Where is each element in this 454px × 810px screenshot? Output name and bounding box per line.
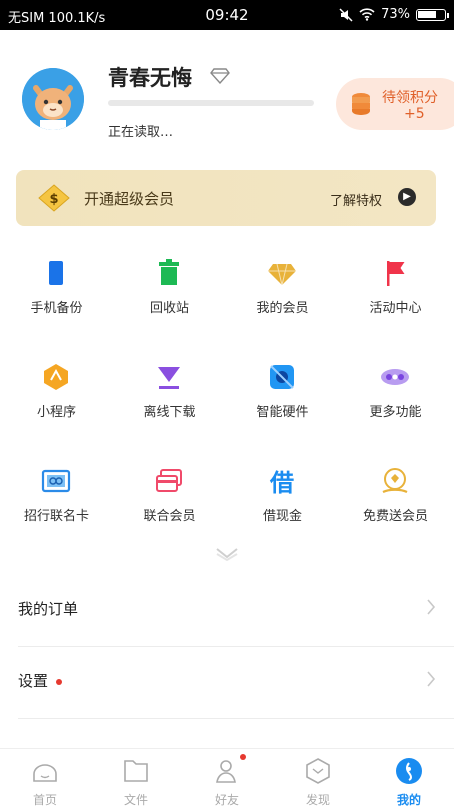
- folder-icon: [124, 760, 148, 782]
- avatar-cat-icon: [22, 68, 84, 130]
- grid-item-label: 招行联名卡: [23, 509, 89, 524]
- battery-fill: [418, 10, 436, 18]
- storage-progress-bar: [108, 100, 314, 106]
- grid-item-label: 免费送会员: [362, 509, 428, 524]
- grid-item-label: 联合会员: [143, 509, 196, 524]
- mute-icon: [339, 7, 353, 22]
- super-vip-banner[interactable]: $ 开通超级会员 了解特权 ▶: [16, 170, 436, 226]
- grid-item-smart-hardware[interactable]: 智能硬件: [226, 352, 339, 444]
- battery-percent: 73%: [381, 7, 410, 22]
- tab-label: 首页: [32, 793, 57, 807]
- grid-item-label: 我的会员: [256, 301, 309, 316]
- grid-item-label: 小程序: [36, 405, 76, 420]
- grid-item-mini-program[interactable]: 小程序: [0, 352, 113, 444]
- coin-stack-icon: [352, 93, 370, 115]
- tab-mine[interactable]: 我的: [364, 749, 454, 810]
- grid-item-label: 智能硬件: [256, 405, 309, 420]
- expand-chevron-down-icon[interactable]: [213, 546, 241, 562]
- grid-item-cmb-card[interactable]: 招行联名卡: [0, 456, 113, 548]
- diamond-outline-icon[interactable]: [210, 68, 230, 84]
- grid-item-more-features[interactable]: 更多功能: [339, 352, 452, 444]
- home-icon: [33, 764, 57, 782]
- divider: [18, 718, 454, 719]
- grid-item-free-membership[interactable]: 免费送会员: [339, 456, 452, 548]
- tab-files[interactable]: 文件: [91, 749, 181, 810]
- more-icon: [381, 369, 409, 385]
- grid-item-label: 回收站: [149, 301, 189, 316]
- status-bar: 无SIM 100.1K/s 09:42 73%: [0, 0, 454, 30]
- hexagon-icon: [44, 364, 68, 390]
- notification-dot: [56, 678, 63, 685]
- list-item-label: 设置: [18, 670, 63, 691]
- list-item-settings[interactable]: 设置: [0, 646, 454, 718]
- card-icon: [41, 469, 71, 493]
- grid-item-label: 手机备份: [30, 301, 83, 316]
- wifi-icon: [359, 8, 375, 21]
- mine-icon: [396, 758, 422, 784]
- grid-item-label: 借现金: [262, 509, 302, 524]
- tab-label: 发现: [305, 793, 330, 807]
- settings-label: 设置: [18, 672, 49, 690]
- grid-item-union-membership[interactable]: 联合会员: [113, 456, 226, 548]
- tab-home[interactable]: 首页: [0, 749, 90, 810]
- phone-backup-icon: [49, 261, 63, 285]
- grid-item-label: 活动中心: [369, 301, 422, 316]
- tab-label: 好友: [214, 793, 239, 807]
- claim-points-button[interactable]: 待领积分 +5: [336, 78, 454, 130]
- grid-item-label: 更多功能: [369, 405, 422, 420]
- grid-item-my-membership[interactable]: 我的会员: [226, 248, 339, 340]
- chevron-right-icon: [427, 671, 436, 687]
- vip-diamond-coin-icon: $: [38, 184, 70, 212]
- hardware-icon: [270, 365, 294, 389]
- notification-dot: [240, 754, 246, 760]
- union-card-icon: [156, 469, 182, 492]
- grid-item-borrow-cash[interactable]: 借 借现金: [226, 456, 339, 548]
- diamond-icon: [268, 263, 296, 286]
- profile-status-text: 正在读取…: [108, 125, 174, 140]
- tab-discover[interactable]: 发现: [273, 749, 363, 810]
- tab-friends[interactable]: 好友: [182, 749, 272, 810]
- flag-icon: [387, 261, 405, 286]
- grid-item-recycle-bin[interactable]: 回收站: [113, 248, 226, 340]
- gift-member-icon: [382, 468, 408, 494]
- grid-item-offline-download[interactable]: 离线下载: [113, 352, 226, 444]
- friends-icon: [216, 760, 236, 783]
- borrow-glyph: 借: [269, 469, 294, 496]
- points-label: 待领积分: [382, 90, 438, 106]
- borrow-icon: 借: [269, 469, 294, 496]
- chevron-right-icon[interactable]: ▶: [398, 188, 416, 206]
- list-item-my-orders[interactable]: 我的订单: [0, 574, 454, 646]
- tab-label: 我的: [396, 793, 421, 807]
- grid-item-label: 离线下载: [143, 405, 196, 420]
- list-item-label: 我的订单: [18, 600, 79, 618]
- username[interactable]: 青春无悔: [108, 62, 192, 92]
- avatar[interactable]: [22, 68, 84, 130]
- grid-item-phone-backup[interactable]: 手机备份: [0, 248, 113, 340]
- grid-item-activity-center[interactable]: 活动中心: [339, 248, 452, 340]
- points-value: +5: [404, 106, 425, 122]
- vip-privilege-link[interactable]: 了解特权: [330, 190, 382, 209]
- chevron-right-icon: [427, 599, 436, 615]
- status-icons: 73%: [339, 7, 449, 22]
- discover-icon: [306, 758, 330, 784]
- bottom-tab-bar: 首页 文件 好友 发现 我的: [0, 748, 454, 810]
- recycle-bin-icon: [159, 259, 179, 285]
- download-icon: [158, 367, 180, 389]
- svg-text:$: $: [49, 192, 58, 207]
- tab-label: 文件: [123, 793, 148, 807]
- battery-icon: [416, 8, 449, 21]
- vip-title: 开通超级会员: [84, 190, 175, 208]
